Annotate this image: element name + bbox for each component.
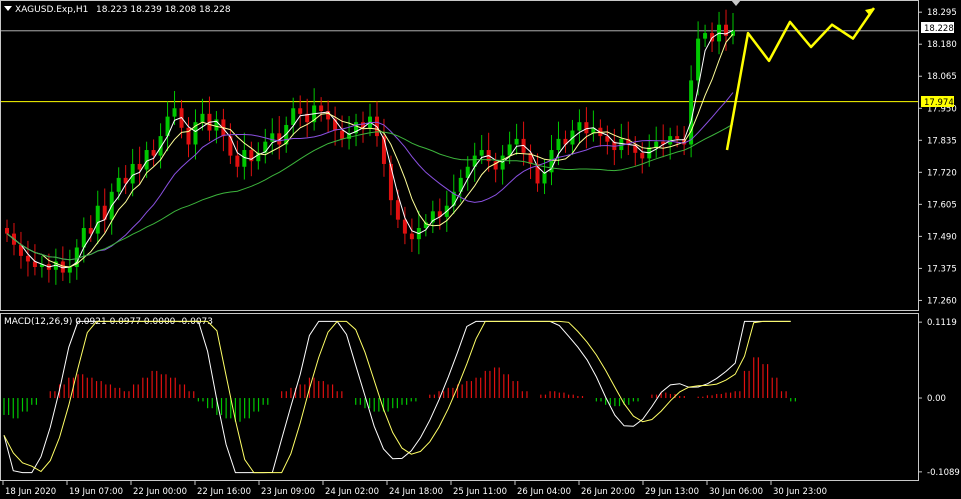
moving-averages [6,29,734,269]
candle-body [151,150,156,156]
chart-area[interactable]: XAGUSD.Exp,H1 18.223 18.239 18.208 18.22… [0,0,961,499]
candle-body [242,150,247,167]
candle-body [479,150,484,156]
time-tick-label: 22 Jun 16:00 [197,487,251,497]
ohlc-readout: 18.223 18.239 18.208 18.228 [96,5,231,15]
time-tick-label: 26 Jun 04:00 [517,487,571,497]
time-axis: 18 Jun 2020 19 Jun 07:00 22 Jun 00:00 22 Ju… [2,481,827,497]
candle-body [144,150,149,170]
candle-body [388,163,393,201]
candle-body [319,105,324,112]
time-tick-label: 19 Jun 07:00 [69,487,123,497]
macd-lines [3,320,791,474]
price-tick-label: 18.295 [927,8,957,18]
candle-body [584,122,589,134]
symbol-header: XAGUSD.Exp,H1 [15,5,88,15]
macd-signal-line [3,320,791,474]
time-tick-label: 23 Jun 09:00 [261,487,315,497]
current-price-label: 18.228 [924,24,954,34]
candle-body [5,228,9,234]
price-tick-label: 17.490 [927,232,957,242]
candle-body [402,219,407,234]
forecast-path [725,7,876,151]
candle-body [172,108,177,117]
candle-body [675,136,680,139]
forecast-arrow-marker [731,0,741,6]
level-price-label: 17.974 [924,98,954,108]
time-tick-label: 29 Jun 13:00 [645,487,699,497]
price-tick-label: 18.180 [927,40,957,50]
ma-mid-line [6,33,734,268]
macd-tick-label: -0.1089 [927,468,960,478]
price-tick-label: 17.605 [927,200,957,210]
macd-histogram [3,357,796,422]
price-tick-label: 17.375 [927,264,957,274]
candle-body [514,138,519,145]
candle-body [95,205,100,234]
time-tick-label: 24 Jun 02:00 [325,487,379,497]
candle-body [137,163,142,170]
candle-body [395,200,400,220]
candle-body [130,163,135,184]
candle-body [654,141,659,148]
time-tick-label: 30 Jun 23:00 [773,487,827,497]
candle-body [409,233,414,240]
candle-body [25,255,30,262]
time-tick-label: 30 Jun 06:00 [709,487,763,497]
time-tick-label: 26 Jun 20:00 [581,487,635,497]
price-tick-label: 17.720 [927,168,957,178]
candle-body [298,108,303,114]
macd-tick-label: 0.00 [927,394,946,404]
candle-body [235,155,240,167]
price-tick-label: 17.835 [927,136,957,146]
candle-body [116,177,121,192]
ma-fast-line [6,29,734,269]
candle-body [67,267,72,273]
price-panel-frame [0,0,919,311]
price-tick-label: 17.260 [927,296,957,306]
candle-body [619,138,624,151]
candle-body [640,152,645,159]
candle-body [291,108,296,125]
macd-axis: 0.1119 0.00 -0.1089 [918,318,960,478]
price-axis: 18.29518.18018.06517.95017.83517.72017.6… [918,8,957,306]
candle-body [696,38,701,81]
candle-body [556,138,561,151]
time-tick-label: 25 Jun 11:00 [453,487,507,497]
time-tick-label: 24 Jun 18:00 [389,487,443,497]
candle-body [200,113,205,123]
macd-tick-label: 0.1119 [927,318,957,328]
macd-label: MACD(12,26,9) 0.0921 0.0977 0.0000 -0.00… [4,317,213,327]
time-tick-label: 18 Jun 2020 [5,487,56,497]
candle-body [340,130,345,139]
triangle-down-icon[interactable] [4,6,12,11]
candle-body [703,33,708,39]
price-tick-label: 18.065 [927,72,957,82]
candle-body [542,172,547,184]
candle-body [577,122,582,131]
time-tick-label: 22 Jun 00:00 [133,487,187,497]
macd-main-line [3,320,791,474]
forecast-arrows [725,7,876,151]
